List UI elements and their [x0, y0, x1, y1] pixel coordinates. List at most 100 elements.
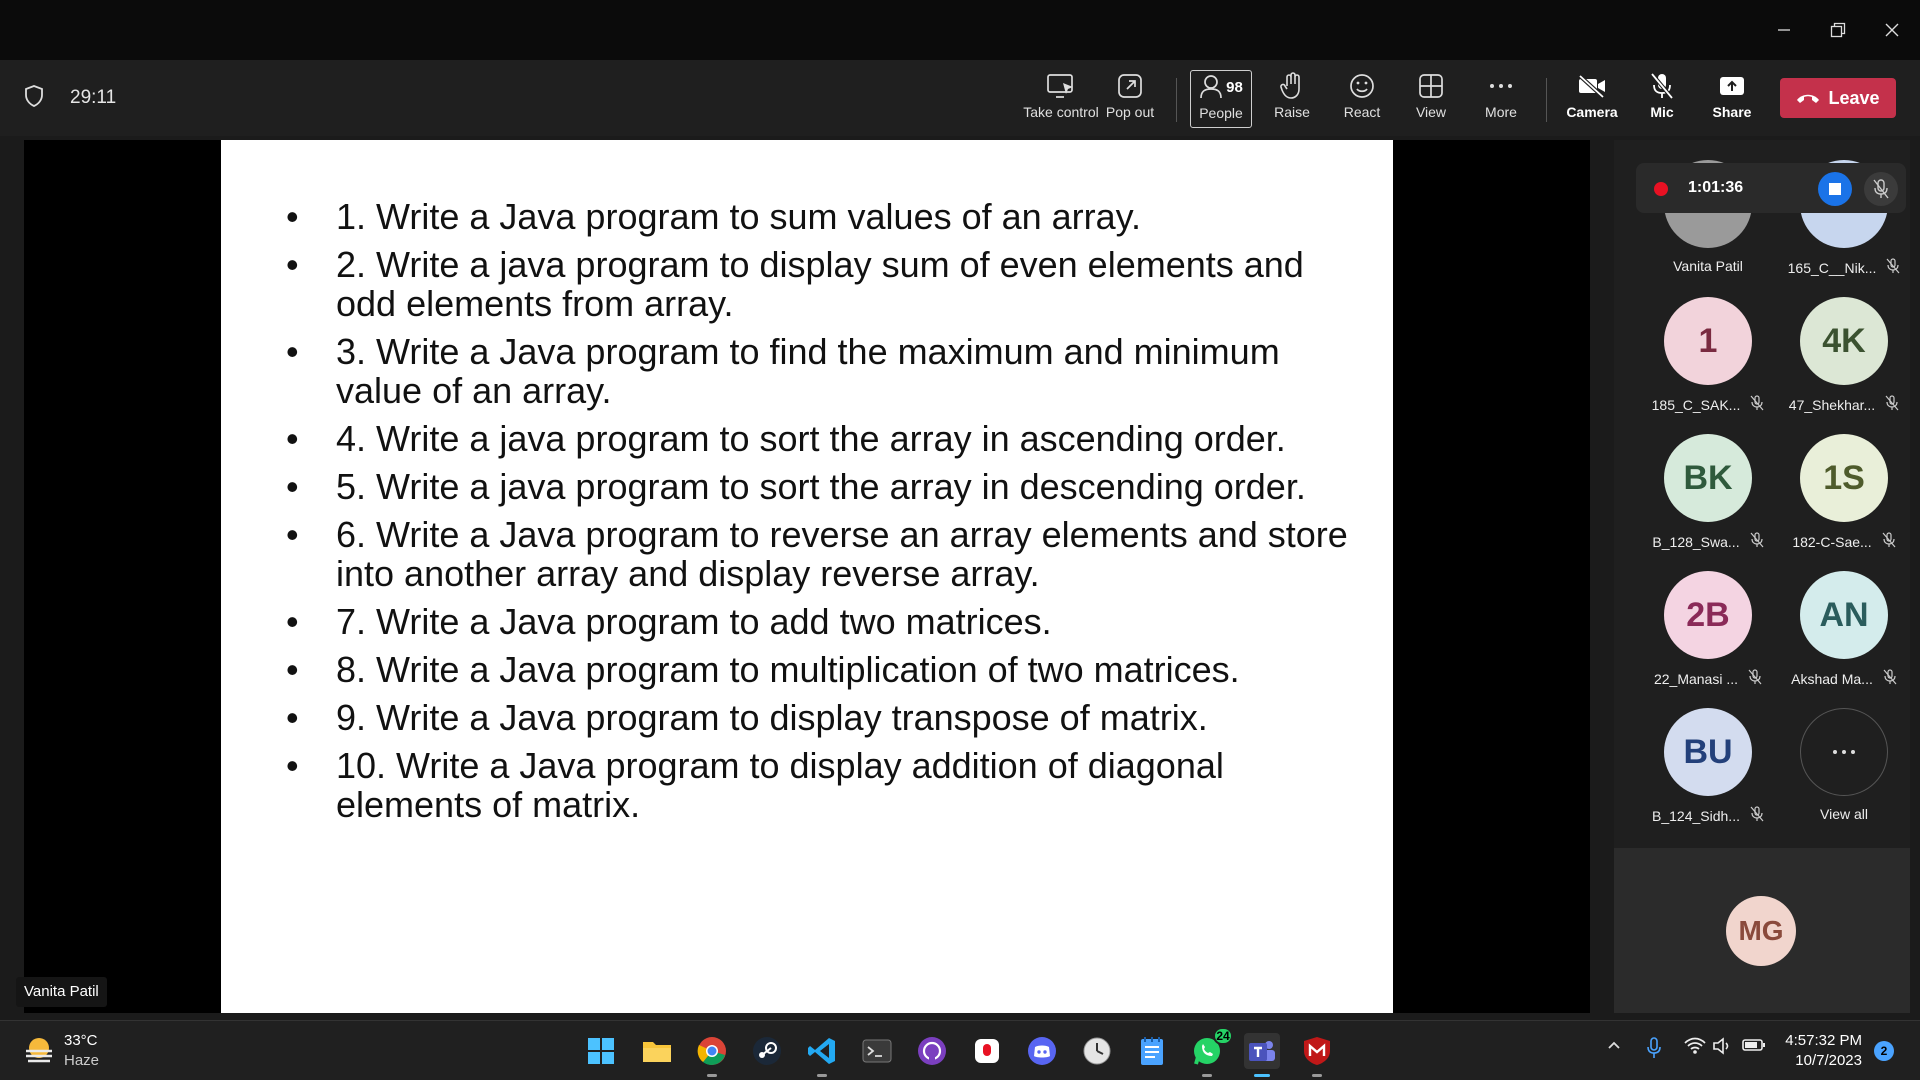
view-button[interactable]: View	[1396, 70, 1466, 128]
mic-muted-icon	[1750, 806, 1764, 825]
show-hidden-icons-button[interactable]	[1606, 1037, 1622, 1058]
mcafee-app[interactable]	[1299, 1033, 1335, 1077]
window-titlebar	[0, 0, 1920, 60]
close-button[interactable]	[1872, 12, 1912, 48]
participant-name: 47_Shekhar...	[1788, 396, 1876, 413]
participant-name: 182-C-Sae...	[1792, 533, 1872, 550]
pop-out-button[interactable]: Pop out	[1095, 70, 1165, 128]
smiley-icon	[1348, 70, 1376, 102]
participant-tile[interactable]: BK B_128_Swa...	[1640, 434, 1776, 551]
hand-icon	[1280, 70, 1304, 102]
raise-hand-button[interactable]: Raise	[1257, 70, 1327, 128]
whatsapp-app[interactable]: 24	[1189, 1027, 1233, 1077]
steam-icon	[753, 1037, 781, 1065]
recorder-app[interactable]	[969, 1033, 1005, 1069]
participant-tile[interactable]: 4K 47_Shekhar...	[1776, 297, 1912, 414]
slide-bullet: • 4. Write a java program to sort the arr…	[286, 418, 1286, 459]
participant-tile[interactable]: 1 185_C_SAK...	[1640, 297, 1776, 414]
take-control-icon	[1046, 70, 1076, 102]
mic-muted-icon	[1883, 669, 1897, 688]
teams-icon	[1249, 1041, 1275, 1061]
participant-tile[interactable]: 1S 182-C-Sae...	[1776, 434, 1912, 551]
clock-time: 4:57:32 PM	[1785, 1032, 1862, 1049]
mic-muted-icon	[1886, 258, 1900, 277]
participant-avatar: 1S	[1800, 434, 1888, 522]
microphone-icon	[1647, 1037, 1661, 1058]
take-control-button[interactable]: Take control	[1017, 70, 1105, 128]
slide-bullet: • 3. Write a Java program to find the max…	[286, 331, 1280, 411]
recording-mic-button[interactable]	[1864, 172, 1898, 206]
mic-muted-icon	[1885, 395, 1899, 414]
discord-icon	[1028, 1037, 1056, 1065]
weather-temperature: 33°C	[64, 1032, 98, 1049]
share-button[interactable]: Share	[1697, 70, 1767, 128]
participant-name: Vanita Patil	[1673, 258, 1743, 274]
vscode-app[interactable]	[804, 1033, 840, 1077]
whatsapp-unread-badge: 24	[1213, 1027, 1233, 1045]
mic-muted-icon	[1750, 395, 1764, 414]
folder-icon	[643, 1042, 671, 1062]
slide-bullet: • 2. Write a java program to display sum …	[286, 244, 1304, 324]
recorder-icon	[975, 1039, 999, 1063]
participant-name: 22_Manasi ...	[1653, 670, 1739, 687]
volume-tray-icon[interactable]	[1712, 1037, 1732, 1060]
recording-timer: 1:01:36	[1688, 179, 1744, 196]
camera-off-icon	[1577, 70, 1607, 102]
notepad-icon	[1141, 1037, 1163, 1065]
participant-name: 165_C__Nik...	[1787, 259, 1877, 276]
meeting-toolbar: 29:11 Take control Pop out 98 People Rai…	[0, 60, 1920, 136]
self-view-tile: MG	[1614, 848, 1910, 1013]
ellipsis-icon	[1800, 708, 1888, 796]
github-desktop-app[interactable]	[914, 1033, 950, 1069]
wifi-icon	[1684, 1037, 1706, 1054]
participant-tile[interactable]: 2B 22_Manasi ...	[1640, 571, 1776, 688]
steam-app[interactable]	[749, 1033, 785, 1069]
phone-hangup-icon	[1796, 88, 1820, 109]
participant-tile[interactable]: AN Akshad Ma...	[1776, 571, 1912, 688]
participant-avatar: 4K	[1800, 297, 1888, 385]
shield-icon	[24, 84, 44, 113]
battery-tray-icon[interactable]	[1742, 1037, 1766, 1058]
minimize-button[interactable]	[1764, 12, 1804, 48]
view-all-button[interactable]: View all	[1776, 708, 1912, 822]
presentation-slide: • 1. Write a Java program to sum values o…	[221, 140, 1393, 1013]
taskbar-clock[interactable]: 4:57:32 PM 10/7/2023	[1785, 1031, 1862, 1071]
camera-button[interactable]: Camera	[1557, 70, 1627, 128]
microphone-tray-icon[interactable]	[1646, 1037, 1662, 1064]
slide-bullet-list: • 1. Write a Java program to sum values o…	[286, 197, 1366, 833]
mic-muted-icon	[1750, 532, 1764, 551]
participant-tile[interactable]: BU B_124_Sidh...	[1640, 708, 1776, 825]
vscode-icon	[808, 1038, 835, 1064]
participant-avatar: BU	[1664, 708, 1752, 796]
network-tray-icon[interactable]	[1684, 1037, 1706, 1060]
windows-taskbar: 33°C Haze 24 4:57:32 PM 10/7/2023 2	[0, 1020, 1920, 1080]
participant-avatar: AN	[1800, 571, 1888, 659]
clock-app[interactable]	[1079, 1033, 1115, 1069]
people-count: 98	[1226, 78, 1243, 96]
mic-muted-icon	[1748, 669, 1762, 688]
file-explorer-app[interactable]	[639, 1033, 675, 1069]
participant-avatar: 2B	[1664, 571, 1752, 659]
restore-button[interactable]	[1818, 12, 1858, 48]
people-button[interactable]: 98 People	[1190, 70, 1252, 128]
leave-label: Leave	[1828, 87, 1880, 108]
stop-recording-button[interactable]	[1818, 172, 1852, 206]
notepad-app[interactable]	[1134, 1033, 1170, 1069]
mic-button[interactable]: Mic	[1627, 70, 1697, 128]
chrome-app[interactable]	[694, 1033, 730, 1077]
teams-app[interactable]	[1244, 1033, 1280, 1077]
windows-logo-icon	[588, 1038, 614, 1064]
more-button[interactable]: More	[1466, 70, 1536, 128]
react-button[interactable]: React	[1327, 70, 1397, 128]
participant-name: 185_C_SAK...	[1651, 396, 1741, 413]
weather-widget[interactable]	[22, 1033, 56, 1072]
start-button[interactable]	[583, 1033, 619, 1069]
terminal-app[interactable]	[859, 1033, 895, 1069]
clock-date: 10/7/2023	[1795, 1052, 1862, 1069]
recording-dot-icon	[1654, 182, 1668, 196]
leave-button[interactable]: Leave	[1780, 78, 1896, 118]
discord-app[interactable]	[1024, 1033, 1060, 1069]
slide-bullet: • 6. Write a Java program to reverse an a…	[286, 514, 1348, 594]
slide-bullet: • 1. Write a Java program to sum values o…	[286, 196, 1142, 237]
notification-badge[interactable]: 2	[1874, 1041, 1894, 1061]
